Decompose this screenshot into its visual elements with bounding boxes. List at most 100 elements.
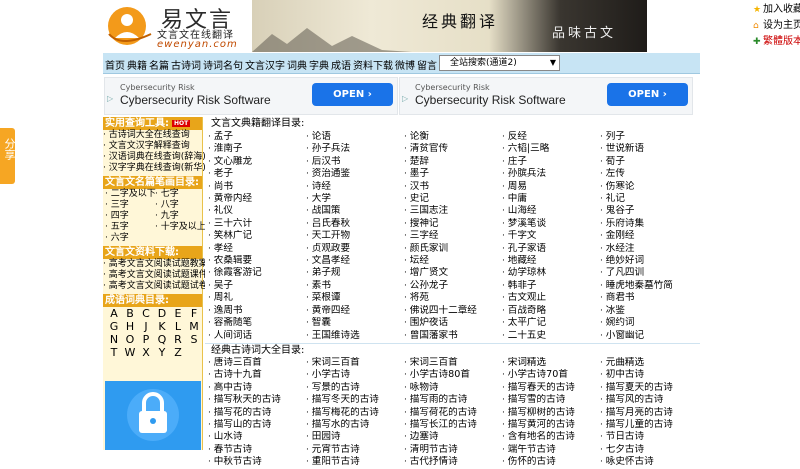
classic-book-link[interactable]: 地藏经 [502,255,600,267]
classic-book-link[interactable]: 中庸 [502,193,600,205]
classic-book-link[interactable]: 墨子 [404,168,502,180]
classic-book-link[interactable]: 金刚经 [600,230,698,242]
nav-link[interactable]: 资料下载 [353,61,393,72]
poem-category-link[interactable]: 小学古诗70首 [502,369,600,381]
poem-category-link[interactable]: 写景的古诗 [306,382,404,394]
classic-book-link[interactable]: 徐霞客游记 [208,267,306,279]
classic-book-link[interactable]: 老子 [208,168,306,180]
classic-book-link[interactable]: 素书 [306,280,404,292]
ad-banner-left[interactable]: ▷ Cybersecurity Risk Cybersecurity Risk … [104,77,398,115]
classic-book-link[interactable]: 黄帝内经 [208,193,306,205]
classic-book-link[interactable]: 史记 [404,193,502,205]
poem-category-link[interactable]: 描写儿童的古诗 [600,419,698,431]
poem-category-link[interactable]: 描写月亮的古诗 [600,407,698,419]
classic-book-link[interactable]: 了凡四训 [600,267,698,279]
poem-category-link[interactable]: 描写荷花的古诗 [404,407,502,419]
poem-category-link[interactable]: 描写长江的古诗 [404,419,502,431]
poem-category-link[interactable]: 古诗十九首 [208,369,306,381]
classic-book-link[interactable]: 千字文 [502,230,600,242]
nav-link[interactable]: 词典 [287,61,307,72]
poem-category-link[interactable]: 描写夏天的古诗 [600,382,698,394]
tool-link[interactable]: 文言文汉字解释查询 [103,141,202,152]
classic-book-link[interactable]: 诗经 [306,181,404,193]
classic-book-link[interactable]: 周易 [502,181,600,193]
letter-link[interactable]: B [122,307,138,320]
classic-book-link[interactable]: 资治通鉴 [306,168,404,180]
classic-book-link[interactable]: 商君书 [600,292,698,304]
nav-link[interactable]: 古诗词 [171,61,201,72]
letter-link[interactable]: Q [154,333,170,346]
poem-category-link[interactable]: 描写风的古诗 [600,394,698,406]
classic-book-link[interactable]: 笑林广记 [208,230,306,242]
poem-category-link[interactable]: 描写冬天的古诗 [306,394,404,406]
tool-link[interactable]: 古诗词大全在线查询 [103,130,202,141]
share-side-tab[interactable]: 分享 [0,128,16,184]
nav-link[interactable]: 首页 [105,61,125,72]
classic-book-link[interactable]: 三国志注 [404,205,502,217]
tool-link[interactable]: 汉字字典在线查询(新华) [103,163,206,174]
poem-category-link[interactable]: 描写梅花的古诗 [306,407,404,419]
letter-link[interactable]: E [170,307,186,320]
letter-link[interactable]: O [122,333,138,346]
classic-book-link[interactable]: 孝经 [208,243,306,255]
classic-book-link[interactable]: 智囊 [306,317,404,329]
letter-link[interactable]: P [138,333,154,346]
poem-category-link[interactable]: 描写雨的古诗 [404,394,502,406]
stroke-category-link[interactable]: 十字及以上 [153,222,206,233]
download-link[interactable]: 高考文言文阅读试题教案 [103,259,208,270]
sidebar-ad-image[interactable] [105,381,201,450]
classic-book-link[interactable]: 王国维诗选 [306,330,404,342]
classic-book-link[interactable]: 三十六计 [208,218,306,230]
classic-book-link[interactable]: 容斋随笔 [208,317,306,329]
poem-category-link[interactable]: 描写秋天的古诗 [208,394,306,406]
classic-book-link[interactable]: 婉约词 [600,317,698,329]
classic-book-link[interactable]: 乐府诗集 [600,218,698,230]
letter-link[interactable]: Z [170,346,186,359]
nav-link[interactable]: 典籍 [127,61,147,72]
classic-book-link[interactable]: 论语 [306,131,404,143]
classic-book-link[interactable]: 百战奇略 [502,305,600,317]
classic-book-link[interactable]: 天工开物 [306,230,404,242]
poem-category-link[interactable]: 山水诗 [208,431,306,443]
classic-book-link[interactable]: 黄帝四经 [306,305,404,317]
poem-category-link[interactable]: 描写花的古诗 [208,407,306,419]
classic-book-link[interactable]: 淮南子 [208,143,306,155]
poem-category-link[interactable]: 小学古诗 [306,369,404,381]
poem-category-link[interactable]: 描写雪的古诗 [502,394,600,406]
poem-category-link[interactable]: 描写柳树的古诗 [502,407,600,419]
classic-book-link[interactable]: 左传 [600,168,698,180]
poem-category-link[interactable]: 描写春天的古诗 [502,382,600,394]
set-homepage-link[interactable]: ⌂ 设为主页 [753,18,800,34]
classic-book-link[interactable]: 六韬|三略 [502,143,600,155]
classic-book-link[interactable]: 楚辞 [404,156,502,168]
stroke-category-link[interactable]: 四字 [103,211,153,222]
poem-category-link[interactable]: 宋词精选 [502,357,600,369]
nav-link[interactable]: 成语 [331,61,351,72]
classic-book-link[interactable]: 围炉夜话 [404,317,502,329]
classic-book-link[interactable]: 公孙龙子 [404,280,502,292]
poem-category-link[interactable]: 唐诗三百首 [208,357,306,369]
letter-link[interactable]: W [122,346,138,359]
classic-book-link[interactable]: 贞观政要 [306,243,404,255]
classic-book-link[interactable]: 山海经 [502,205,600,217]
poem-category-link[interactable]: 初中古诗 [600,369,698,381]
poem-category-link[interactable]: 宋词三百首 [306,357,404,369]
classic-book-link[interactable]: 太平广记 [502,317,600,329]
classic-book-link[interactable]: 汉书 [404,181,502,193]
letter-link[interactable]: S [186,333,202,346]
poem-category-link[interactable]: 古代抒情诗 [404,456,502,468]
stroke-category-link[interactable]: 八字 [153,200,203,211]
classic-book-link[interactable]: 睡虎地秦墓竹简 [600,280,698,292]
poem-category-link[interactable]: 节日古诗 [600,431,698,443]
nav-link[interactable]: 留言 [417,61,437,72]
stroke-category-link[interactable]: 二字及以下 [103,189,156,200]
classic-book-link[interactable]: 将苑 [404,292,502,304]
classic-book-link[interactable]: 文昌孝经 [306,255,404,267]
letter-link[interactable]: K [154,320,170,333]
poem-category-link[interactable]: 重阳节古诗 [306,456,404,468]
classic-book-link[interactable]: 弟子规 [306,267,404,279]
poem-category-link[interactable]: 伤怀的古诗 [502,456,600,468]
letter-link[interactable]: L [170,320,186,333]
nav-link[interactable]: 文言汉字 [245,61,285,72]
classic-book-link[interactable]: 吴子 [208,280,306,292]
